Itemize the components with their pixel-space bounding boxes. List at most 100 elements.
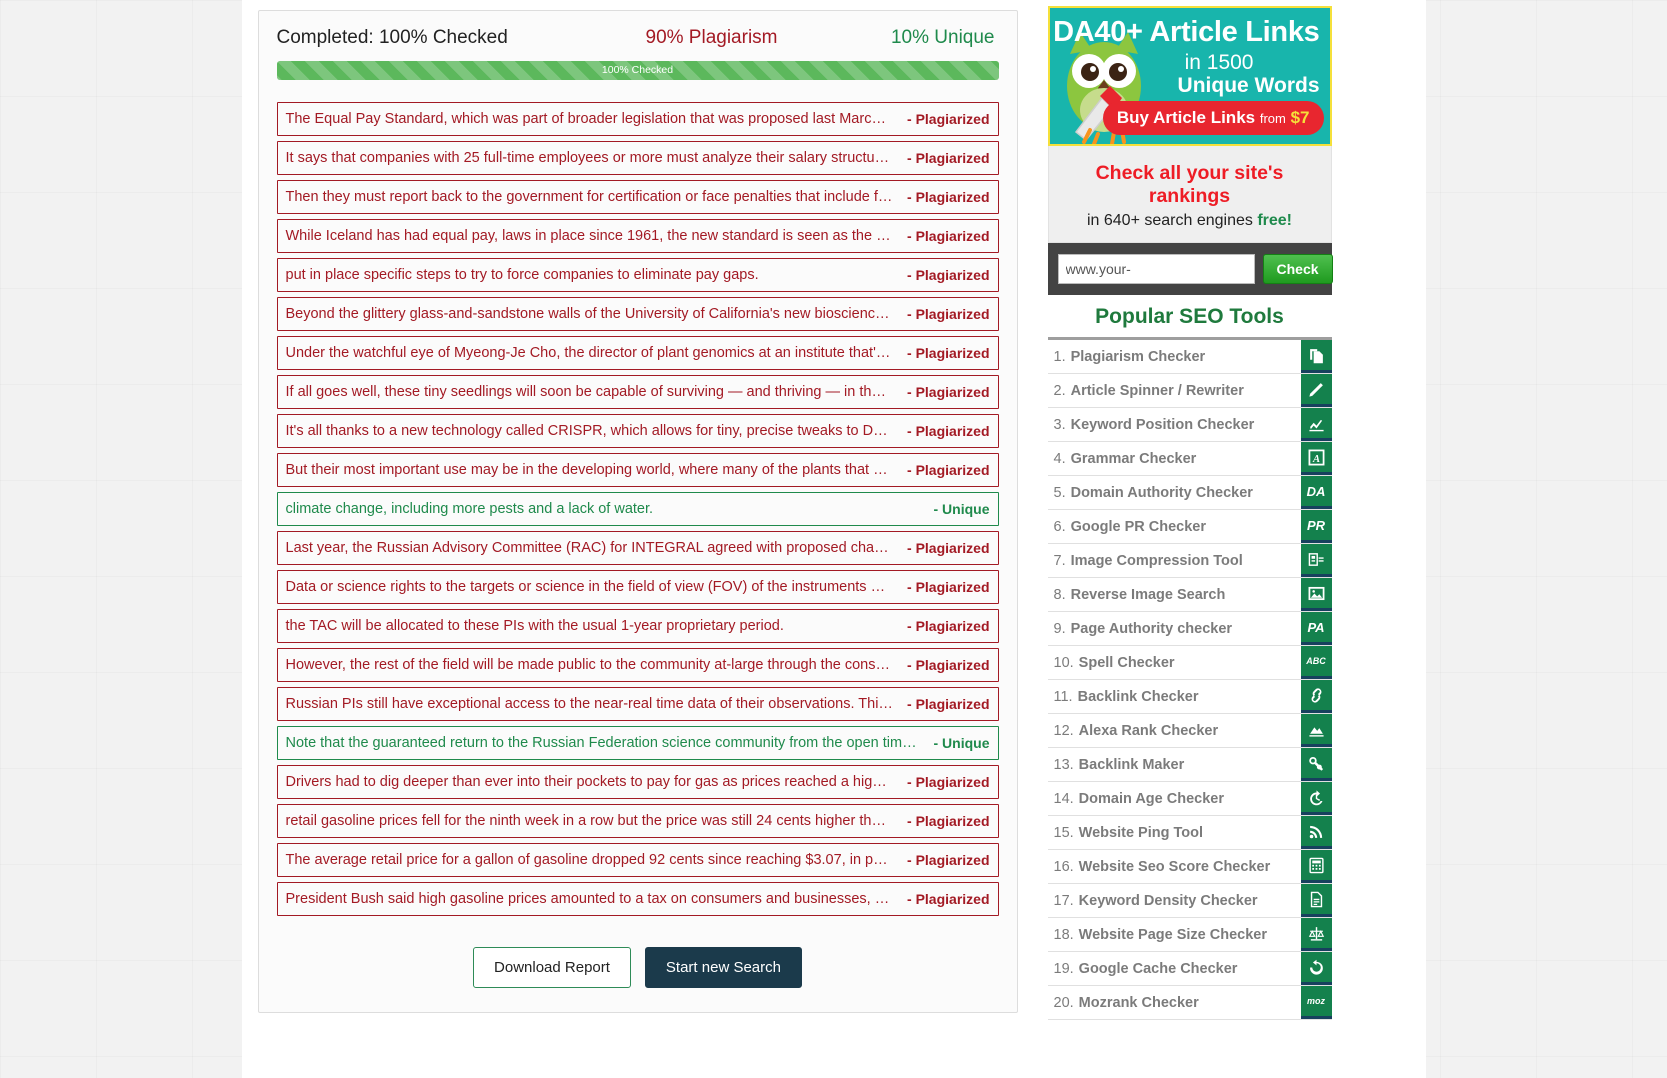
pencil-icon[interactable] <box>1300 374 1332 407</box>
sentence-text: While Iceland has had equal pay, laws in… <box>285 228 894 244</box>
chain-link-icon[interactable] <box>1300 748 1332 781</box>
sentence-result-row[interactable]: While Iceland has had equal pay, laws in… <box>276 219 999 253</box>
sentence-result-row[interactable]: Beyond the glittery glass-and-sandstone … <box>276 297 999 331</box>
plagiarism-percent: 90% Plagiarism <box>645 27 778 48</box>
unique-badge: - Unique <box>933 501 990 517</box>
seo-tool-row[interactable]: 11. Backlink Checker <box>1047 680 1332 714</box>
seo-tool-row[interactable]: 13. Backlink Maker <box>1047 748 1332 782</box>
seo-tool-row[interactable]: 17. Keyword Density Checker <box>1047 884 1332 918</box>
sentence-result-row[interactable]: Data or science rights to the targets or… <box>276 570 999 604</box>
seo-tool-label: 5. Domain Authority Checker <box>1048 476 1301 509</box>
check-rankings-button[interactable]: Check <box>1262 254 1333 284</box>
line-chart-icon[interactable] <box>1300 408 1332 441</box>
moz-text-icon[interactable]: moz <box>1300 986 1332 1019</box>
seo-tool-number: 17. <box>1053 892 1074 909</box>
seo-tool-row[interactable]: 14. Domain Age Checker <box>1047 782 1332 816</box>
sentence-result-row[interactable]: However, the rest of the field will be m… <box>276 648 999 682</box>
sentence-result-row[interactable]: retail gasoline prices fell for the nint… <box>276 804 999 838</box>
scales-icon[interactable] <box>1300 918 1332 951</box>
ad-subline-1: in 1500 <box>1184 51 1254 74</box>
plagiarized-badge: - Plagiarized <box>907 696 990 712</box>
seo-tool-name: Keyword Density Checker <box>1078 892 1258 909</box>
sentence-result-row[interactable]: If all goes well, these tiny seedlings w… <box>276 375 999 409</box>
seo-tool-name: Website Ping Tool <box>1078 824 1203 841</box>
abc-text-icon[interactable]: ABC <box>1300 646 1332 679</box>
sentence-text: Under the watchful eye of Myeong-Je Cho,… <box>285 345 894 361</box>
seo-tool-label: 2. Article Spinner / Rewriter <box>1048 374 1301 407</box>
copy-documents-icon[interactable] <box>1300 340 1332 373</box>
seo-tool-name: Article Spinner / Rewriter <box>1070 382 1244 399</box>
seo-tool-row[interactable]: 9. Page Authority checker PA <box>1047 612 1332 646</box>
seo-tool-row[interactable]: 12. Alexa Rank Checker <box>1047 714 1332 748</box>
seo-tool-row[interactable]: 4. Grammar Checker A <box>1047 442 1332 476</box>
seo-tool-row[interactable]: 18. Website Page Size Checker <box>1047 918 1332 952</box>
seo-tool-row[interactable]: 3. Keyword Position Checker <box>1047 408 1332 442</box>
sentence-result-row[interactable]: But their most important use may be in t… <box>276 453 999 487</box>
sentence-result-row[interactable]: It says that companies with 25 full-time… <box>276 141 999 175</box>
seo-tool-number: 16. <box>1053 858 1074 875</box>
refresh-icon[interactable] <box>1300 952 1332 985</box>
plagiarized-badge: - Plagiarized <box>907 462 990 478</box>
sentence-result-row[interactable]: President Bush said high gasoline prices… <box>276 882 999 916</box>
history-clock-icon[interactable] <box>1300 782 1332 815</box>
seo-tool-number: 19. <box>1053 960 1074 977</box>
seo-tool-row[interactable]: 1. Plagiarism Checker <box>1047 340 1332 374</box>
document-lines-icon[interactable] <box>1300 884 1332 917</box>
page-container: Completed: 100% Checked 90% Plagiarism 1… <box>241 0 1426 1078</box>
sentence-result-row[interactable]: Russian PIs still have exceptional acces… <box>276 687 999 721</box>
pr-text-icon[interactable]: PR <box>1300 510 1332 543</box>
seo-tool-row[interactable]: 5. Domain Authority Checker DA <box>1047 476 1332 510</box>
buy-article-links-button[interactable]: Buy Article Links from $7 <box>1102 101 1324 135</box>
article-links-ad-banner[interactable]: DA40+ Article Links in 1500 Unique Words… <box>1047 6 1332 146</box>
seo-tool-name: Backlink Maker <box>1078 756 1185 773</box>
rank-promo-subhead: in 640+ search engines free! <box>1059 212 1321 230</box>
seo-tool-row[interactable]: 6. Google PR Checker PR <box>1047 510 1332 544</box>
sentence-result-row[interactable]: Last year, the Russian Advisory Committe… <box>276 531 999 565</box>
result-actions: Download Report Start new Search <box>259 921 1017 1012</box>
sentence-text: climate change, including more pests and… <box>285 501 654 517</box>
compress-icon[interactable] <box>1300 544 1332 577</box>
download-report-button[interactable]: Download Report <box>473 947 631 988</box>
sentence-result-row[interactable]: the TAC will be allocated to these PIs w… <box>276 609 999 643</box>
sentence-result-row[interactable]: The average retail price for a gallon of… <box>276 843 999 877</box>
seo-tool-name: Grammar Checker <box>1070 450 1197 467</box>
seo-tool-number: 6. <box>1053 518 1066 535</box>
calculator-icon[interactable] <box>1300 850 1332 883</box>
seo-tool-row[interactable]: 19. Google Cache Checker <box>1047 952 1332 986</box>
area-chart-icon[interactable] <box>1300 714 1332 747</box>
seo-tool-label: 17. Keyword Density Checker <box>1048 884 1301 917</box>
sentence-result-row[interactable]: Note that the guaranteed return to the R… <box>276 726 999 760</box>
plagiarized-badge: - Plagiarized <box>907 423 990 439</box>
seo-tool-row[interactable]: 20. Mozrank Checker moz <box>1047 986 1332 1020</box>
seo-tool-row[interactable]: 2. Article Spinner / Rewriter <box>1047 374 1332 408</box>
sentence-result-row[interactable]: Then they must report back to the govern… <box>276 180 999 214</box>
link-icon[interactable] <box>1300 680 1332 713</box>
sentence-result-row[interactable]: climate change, including more pests and… <box>276 492 999 526</box>
seo-tool-row[interactable]: 7. Image Compression Tool <box>1047 544 1332 578</box>
rss-signal-icon[interactable] <box>1300 816 1332 849</box>
seo-tool-row[interactable]: 10. Spell Checker ABC <box>1047 646 1332 680</box>
sentence-result-row[interactable]: It's all thanks to a new technology call… <box>276 414 999 448</box>
da-text-icon[interactable]: DA <box>1300 476 1332 509</box>
sentence-result-row[interactable]: Under the watchful eye of Myeong-Je Cho,… <box>276 336 999 370</box>
pa-text-icon[interactable]: PA <box>1300 612 1332 645</box>
seo-tool-row[interactable]: 8. Reverse Image Search <box>1047 578 1332 612</box>
letter-a-icon[interactable]: A <box>1300 442 1332 475</box>
sentence-result-row[interactable]: Drivers had to dig deeper than ever into… <box>276 765 999 799</box>
seo-tool-name: Google Cache Checker <box>1078 960 1238 977</box>
seo-tool-label: 15. Website Ping Tool <box>1048 816 1301 849</box>
ad-cta-from: from <box>1259 111 1286 126</box>
seo-tool-row[interactable]: 15. Website Ping Tool <box>1047 816 1332 850</box>
start-new-search-button[interactable]: Start new Search <box>644 947 802 988</box>
seo-tool-name: Website Page Size Checker <box>1078 926 1267 943</box>
sentence-result-row[interactable]: The Equal Pay Standard, which was part o… <box>276 102 999 136</box>
image-icon[interactable] <box>1300 578 1332 611</box>
sentence-text: Beyond the glittery glass-and-sandstone … <box>285 306 894 322</box>
sentence-result-row[interactable]: put in place specific steps to try to fo… <box>276 258 999 292</box>
seo-tool-row[interactable]: 16. Website Seo Score Checker <box>1047 850 1332 884</box>
sentence-text: retail gasoline prices fell for the nint… <box>285 813 894 829</box>
plagiarized-badge: - Plagiarized <box>907 618 990 634</box>
seo-tool-name: Backlink Checker <box>1077 688 1199 705</box>
seo-tool-name: Alexa Rank Checker <box>1078 722 1219 739</box>
website-url-input[interactable] <box>1057 254 1255 284</box>
